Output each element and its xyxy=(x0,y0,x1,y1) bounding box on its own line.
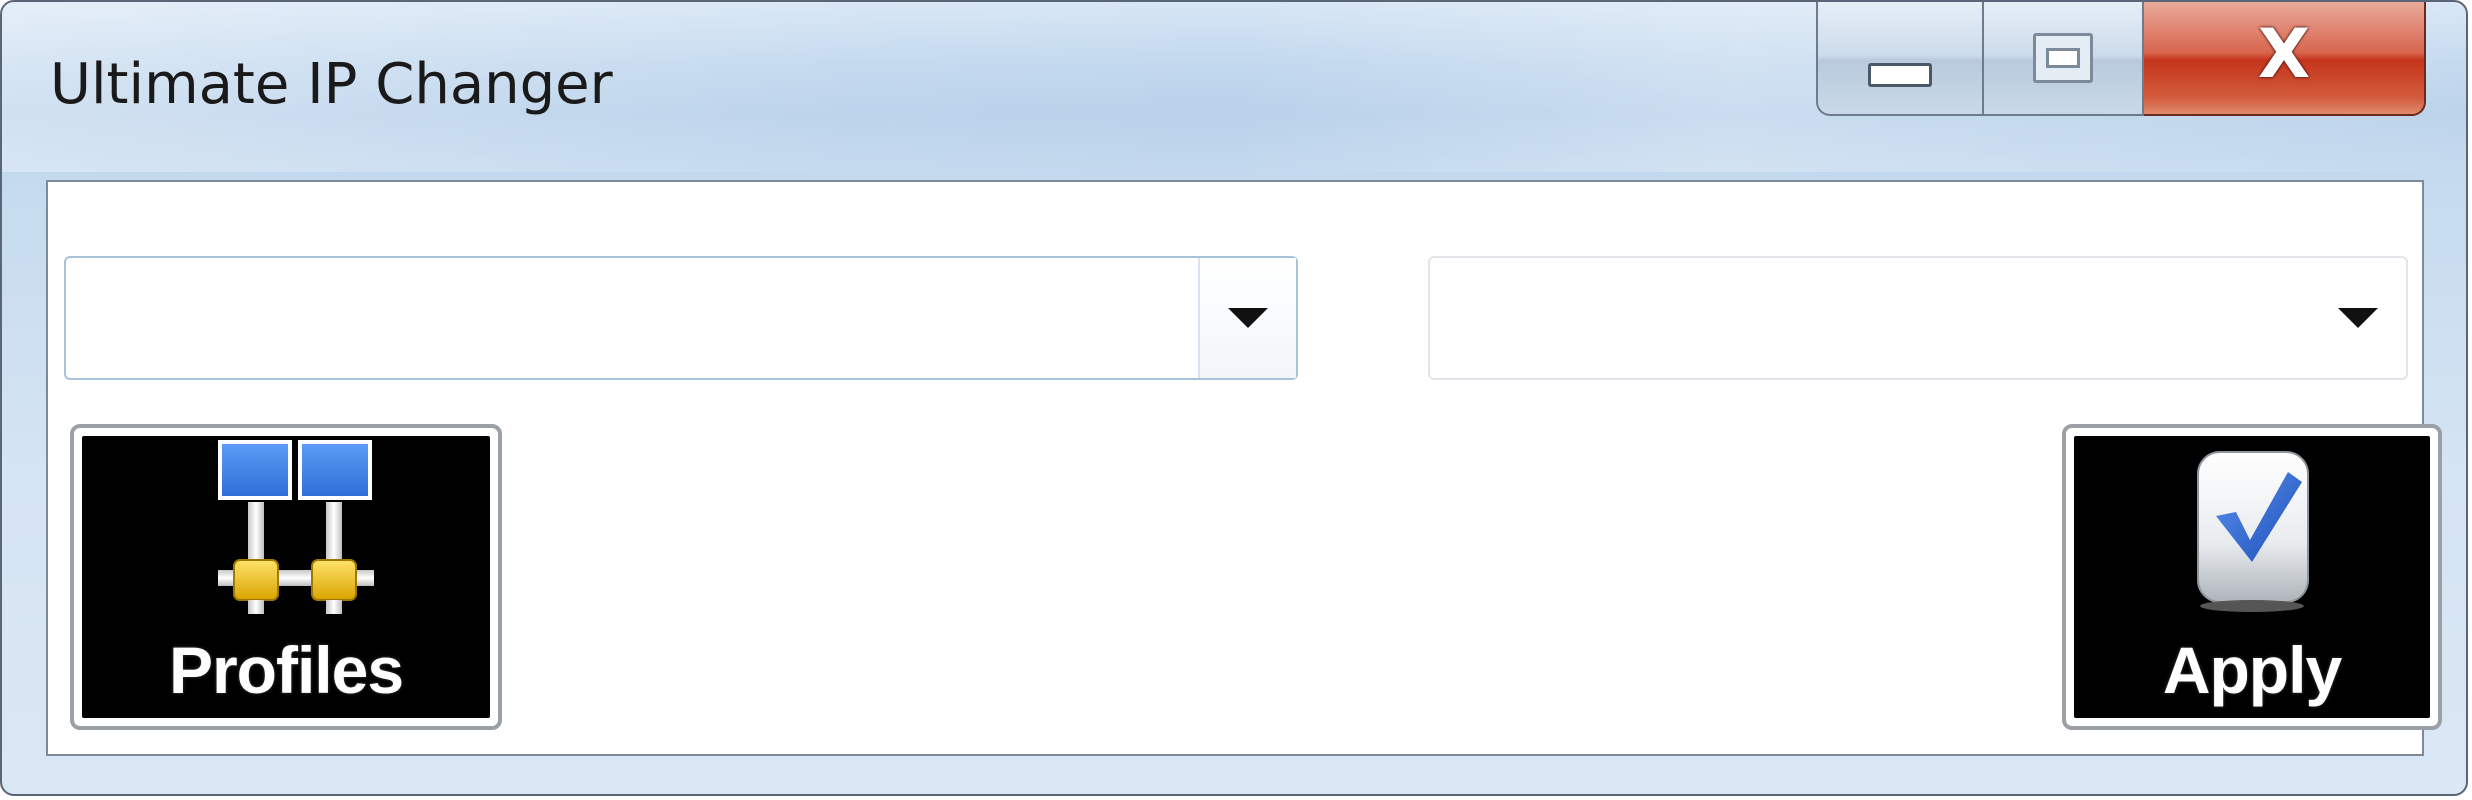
close-icon: X xyxy=(2257,15,2311,94)
adapter-dropdown[interactable] xyxy=(64,256,1298,380)
maximize-icon xyxy=(2033,33,2093,83)
profiles-button-label: Profiles xyxy=(168,633,404,707)
close-button[interactable]: X xyxy=(2144,2,2426,116)
apply-button-label: Apply xyxy=(2162,633,2342,707)
profiles-button[interactable]: Profiles xyxy=(70,424,502,730)
app-window: Ultimate IP Changer X Profiles Apply xyxy=(0,0,2468,796)
profile-dropdown-button[interactable] xyxy=(2310,258,2406,378)
apply-button[interactable]: Apply xyxy=(2062,424,2442,730)
maximize-button[interactable] xyxy=(1984,2,2144,116)
adapter-dropdown-button[interactable] xyxy=(1198,258,1296,378)
profile-dropdown[interactable] xyxy=(1428,256,2408,380)
network-icon xyxy=(82,436,490,636)
profiles-button-face: Profiles xyxy=(82,436,490,718)
window-title: Ultimate IP Changer xyxy=(50,52,613,117)
chevron-down-icon xyxy=(2338,308,2378,328)
minimize-button[interactable] xyxy=(1816,2,1984,116)
checkmark-icon xyxy=(2074,436,2430,626)
chevron-down-icon xyxy=(1228,308,1268,328)
minimize-icon xyxy=(1868,63,1932,87)
apply-button-face: Apply xyxy=(2074,436,2430,718)
client-area: Profiles Apply xyxy=(46,180,2442,756)
caption-buttons: X xyxy=(1816,2,2426,120)
